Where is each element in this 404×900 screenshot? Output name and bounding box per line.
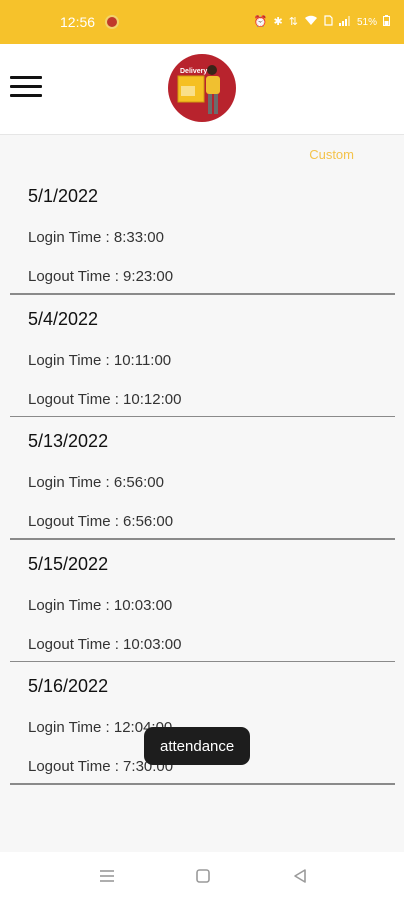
attendance-record: 5/15/2022 Login Time : 10:03:00 Logout T…	[0, 540, 404, 662]
recent-apps-icon	[100, 870, 114, 882]
attendance-record: 5/16/2022 Login Time : 12:04:00 Logout T…	[0, 662, 404, 785]
custom-filter-link[interactable]: Custom	[309, 147, 354, 162]
record-logout-time: Logout Time : 10:03:00	[28, 635, 182, 653]
attendance-list: 5/1/2022 Login Time : 8:33:00 Logout Tim…	[0, 172, 404, 785]
record-date: 5/15/2022	[28, 553, 109, 574]
record-logout-time: Logout Time : 10:12:00	[28, 390, 182, 408]
signal-icon	[338, 15, 351, 29]
alarm-icon: ⏰	[253, 15, 268, 28]
back-icon	[294, 869, 306, 883]
record-date: 5/16/2022	[28, 676, 109, 696]
hamburger-icon-line	[10, 76, 42, 79]
status-bar: 12:56 ⏰ ✱ ⇅ 51%	[0, 0, 404, 44]
bluetooth-icon: ✱	[273, 15, 283, 28]
system-navigation-bar	[0, 852, 404, 900]
record-logout-time: Logout Time : 9:23:00	[28, 268, 174, 285]
back-button[interactable]	[290, 866, 310, 886]
record-login-time: Login Time : 10:11:00	[28, 351, 172, 369]
record-login-time: Login Time : 10:03:00	[28, 596, 173, 614]
data-speed-icon: ⇅	[288, 15, 298, 28]
hamburger-icon-line	[10, 94, 42, 97]
record-login-time: Login Time : 8:33:00	[28, 229, 164, 246]
attendance-record: 5/13/2022 Login Time : 6:56:00 Logout Ti…	[0, 417, 404, 540]
record-date: 5/1/2022	[28, 186, 99, 206]
status-indicators: ⏰ ✱ ⇅ 51%	[254, 15, 390, 29]
attendance-record: 5/4/2022 Login Time : 10:11:00 Logout Ti…	[0, 295, 404, 417]
app-header: Delivery	[0, 44, 404, 135]
record-logout-time: Logout Time : 6:56:00	[28, 513, 174, 530]
wifi-icon	[304, 15, 318, 29]
record-date: 5/4/2022	[28, 308, 99, 329]
app-logo: Delivery	[168, 54, 236, 122]
hamburger-icon-line	[10, 85, 42, 88]
hamburger-menu-button[interactable]	[10, 76, 42, 98]
toast-message: attendance	[144, 727, 251, 765]
home-button[interactable]	[193, 866, 213, 886]
battery-icon	[383, 15, 390, 29]
sim-icon	[324, 15, 333, 29]
divider	[10, 783, 395, 785]
svg-text:Delivery: Delivery	[180, 68, 207, 75]
recent-apps-button[interactable]	[97, 866, 117, 886]
status-time: 12:56	[60, 14, 96, 30]
attendance-record: 5/1/2022 Login Time : 8:33:00 Logout Tim…	[0, 172, 404, 295]
home-icon	[196, 869, 210, 883]
notification-app-icon	[105, 15, 120, 29]
battery-level: 51%	[356, 16, 377, 28]
record-login-time: Login Time : 6:56:00	[28, 474, 164, 491]
record-date: 5/13/2022	[28, 431, 109, 451]
